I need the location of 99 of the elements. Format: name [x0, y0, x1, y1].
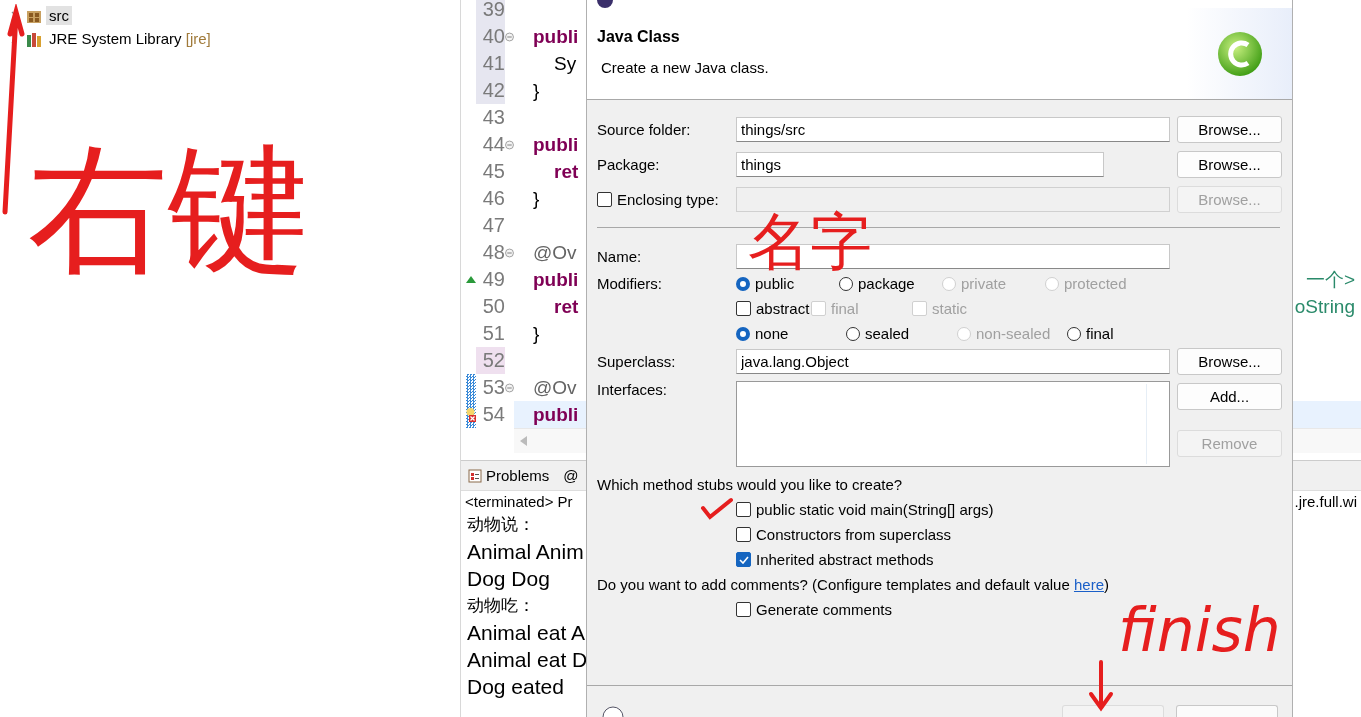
code-text: publi: [533, 25, 579, 48]
problems-icon: [468, 468, 482, 483]
code-text: 一个>: [1305, 267, 1355, 292]
browse-button[interactable]: Browse...: [1177, 151, 1282, 178]
line-number: 41: [476, 50, 505, 77]
line-number: 47: [481, 213, 505, 238]
option-label: private: [961, 275, 1007, 292]
console-output-line: Dog Dog: [467, 566, 550, 592]
line-number: 52: [476, 347, 505, 374]
code-text: oString: [1294, 295, 1355, 318]
option-label: Constructors from superclass: [756, 526, 952, 543]
line-number: 46: [481, 186, 505, 211]
checkbox[interactable]: [736, 527, 751, 542]
dialog-title: Java Class: [597, 28, 681, 46]
checkbox[interactable]: [736, 502, 751, 517]
dialog-subtitle: Create a new Java class.: [600, 59, 770, 76]
line-number: 45: [481, 159, 505, 184]
app-icon: [597, 0, 613, 8]
option-label: final: [1086, 325, 1114, 342]
field-label: Interfaces:: [597, 381, 668, 398]
help-icon[interactable]: [602, 706, 624, 717]
code-text: ret: [553, 160, 579, 183]
dialog-button[interactable]: [1062, 705, 1164, 717]
question-text: Which method stubs would you like to create?: [597, 475, 904, 495]
checkbox[interactable]: [736, 552, 751, 567]
check-mark: [700, 496, 734, 520]
console-output-line: Dog eated: [467, 674, 564, 700]
option-label: abstract: [756, 300, 810, 317]
option-label: public: [755, 275, 795, 292]
code-text: @Ov: [533, 241, 577, 264]
view-tab[interactable]: Problems: [465, 465, 553, 486]
line-number: 51: [481, 321, 505, 346]
view-tab[interactable]: @: [560, 465, 582, 486]
option-label: public static void main(String[] args): [756, 501, 994, 518]
error-bulb-icon[interactable]: [466, 406, 476, 423]
code-text: }: [533, 322, 540, 345]
line-number: 39: [476, 0, 505, 23]
field-label: Superclass:: [597, 352, 676, 370]
option-label: Inherited abstract methods: [756, 551, 934, 568]
browse-button[interactable]: Browse...: [1177, 116, 1282, 143]
annotation-arrow: [1088, 660, 1114, 712]
option-label: none: [755, 325, 789, 342]
radio-button[interactable]: [839, 276, 853, 291]
field-label: Name:: [597, 247, 642, 265]
option-label: sealed: [865, 325, 910, 342]
radio-button[interactable]: [736, 326, 750, 341]
input-field[interactable]: things: [736, 152, 1104, 177]
books-icon: [26, 30, 42, 47]
handwritten-note: finish: [1118, 600, 1281, 660]
tree-item[interactable]: src: [46, 6, 72, 25]
code-text: @Ov: [533, 376, 577, 399]
console-header: <terminated> Pr: [465, 492, 573, 510]
console-output-line: Animal Anim: [467, 539, 584, 565]
line-number: 42: [476, 77, 505, 104]
radio-button[interactable]: [736, 276, 750, 291]
console-output-line: 动物吃：: [467, 595, 535, 617]
code-text: }: [533, 187, 540, 210]
code-text: publi: [533, 133, 579, 156]
option-label: Generate comments: [756, 601, 892, 618]
option-label: package: [858, 275, 915, 292]
checkbox[interactable]: [736, 602, 751, 617]
here-link[interactable]: here: [1073, 576, 1104, 593]
field-label: Package:: [597, 156, 660, 173]
field-label: Enclosing type:: [617, 191, 719, 208]
input-field[interactable]: things/src: [736, 117, 1170, 142]
list-button[interactable]: Add...: [1177, 383, 1282, 410]
option-label: static: [932, 300, 967, 317]
console-output-line: 动物说：: [467, 514, 535, 536]
code-text: }: [533, 79, 540, 102]
class-wizard-icon: [1216, 30, 1264, 78]
line-number: 50: [481, 294, 505, 319]
code-text: Sy: [553, 52, 577, 75]
line-number: 44: [481, 132, 505, 157]
option-label: protected: [1064, 275, 1127, 292]
code-text: ret: [553, 295, 579, 318]
radio-button[interactable]: [846, 326, 860, 341]
code-text: publi: [533, 268, 579, 291]
console-header: .jre.full.wi: [1294, 492, 1357, 510]
handwritten-note: 右键: [28, 140, 308, 280]
checkbox[interactable]: [736, 301, 751, 316]
interfaces-list[interactable]: [736, 381, 1170, 467]
tree-item[interactable]: JRE System Library [jre]: [46, 29, 214, 48]
console-output-line: Animal eat D: [467, 647, 588, 673]
line-number: 40: [476, 23, 505, 50]
browse-button[interactable]: Browse...: [1177, 347, 1282, 375]
line-number: 43: [481, 105, 505, 130]
field-label: Modifiers:: [597, 275, 663, 292]
field-label: Source folder:: [597, 121, 691, 138]
console-output-line: Animal eat A: [467, 620, 585, 646]
option-label: final: [831, 300, 859, 317]
code-text: publi: [533, 403, 579, 426]
radio-button[interactable]: [1067, 326, 1081, 341]
line-number: 54: [481, 402, 505, 427]
input-field[interactable]: java.lang.Object: [736, 348, 1170, 374]
option-label: non-sealed: [976, 325, 1051, 342]
line-number: 53: [481, 375, 505, 400]
line-number: 49: [481, 267, 505, 292]
line-number: 48: [481, 240, 505, 265]
question-text: Do you want to add comments? (Configure templates and default value here): [597, 575, 1110, 595]
